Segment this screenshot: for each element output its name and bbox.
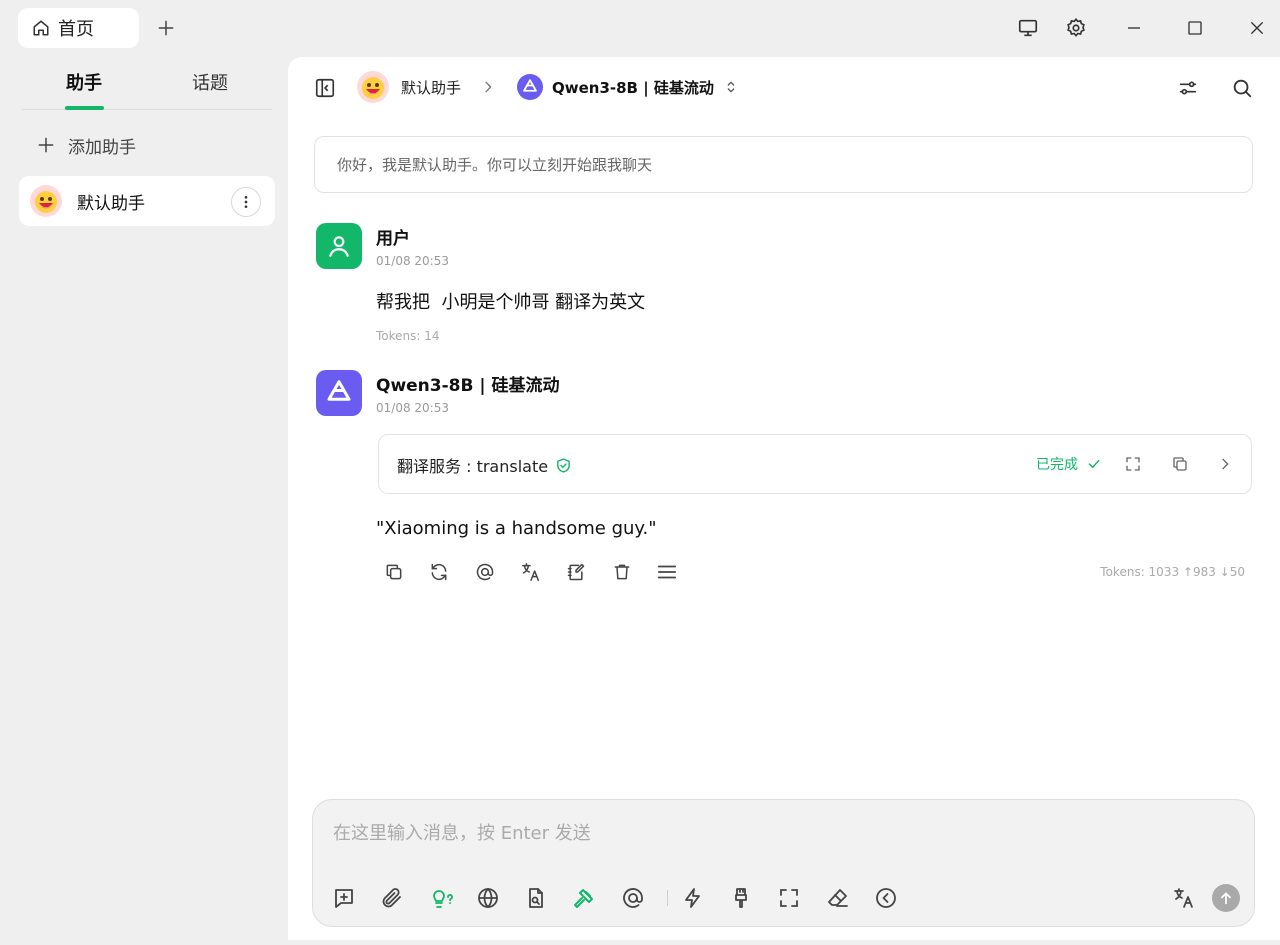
header-assistant-avatar-icon	[357, 71, 389, 103]
user-message-content: 帮我把 小明是个帅哥 翻译为英文	[376, 292, 646, 313]
paperclip-icon[interactable]	[378, 884, 406, 912]
add-assistant-button[interactable]: 添加助手	[36, 130, 136, 160]
edit-notebook-icon[interactable]	[564, 560, 588, 584]
file-search-icon[interactable]	[522, 884, 550, 912]
copy-icon[interactable]	[1168, 452, 1192, 476]
chevron-right-icon[interactable]	[1213, 452, 1237, 476]
assistant-message-content: "Xiaoming is a handsome guy."	[376, 518, 657, 539]
assistant-message-time: 01/08 20:53	[376, 401, 449, 415]
tool-call-status: 已完成	[1036, 457, 1078, 473]
assistant-name: 默认助手	[77, 193, 145, 214]
assistant-message-tokens: Tokens: 1033 ↑983 ↓50	[1100, 565, 1245, 579]
shield-check-icon	[555, 457, 572, 474]
user-avatar-icon	[316, 223, 362, 269]
qwen-model-icon	[517, 74, 543, 100]
home-icon	[32, 19, 50, 37]
globe-web-search-icon[interactable]	[474, 884, 502, 912]
more-vertical-icon[interactable]	[231, 187, 261, 217]
chat-panel: 默认助手 Qwen3-8B | 硅基流动 你好，我是默认助手。你可以立刻开始跟我…	[288, 57, 1280, 940]
sidebar-divider	[22, 109, 272, 110]
send-button[interactable]	[1212, 884, 1240, 912]
active-tab-indicator	[65, 106, 104, 110]
new-tab-button[interactable]	[152, 14, 180, 42]
translate-icon[interactable]	[1170, 884, 1198, 912]
chevron-updown-icon	[723, 79, 739, 95]
sidebar-item-default-assistant[interactable]: 默认助手	[19, 176, 275, 226]
assistant-model-name: Qwen3-8B | 硅基流动	[376, 376, 560, 396]
maximize-icon[interactable]	[1179, 12, 1211, 44]
add-assistant-label: 添加助手	[68, 137, 136, 158]
tool-call-name: 翻译服务 : translate	[397, 457, 549, 476]
eraser-icon[interactable]	[824, 884, 852, 912]
welcome-message: 你好，我是默认助手。你可以立刻开始跟我聊天	[314, 136, 1253, 193]
user-name: 用户	[376, 229, 410, 249]
trash-icon[interactable]	[610, 560, 634, 584]
at-mention-icon[interactable]	[473, 560, 497, 584]
header-assistant-name: 默认助手	[401, 78, 462, 97]
header-assistant-selector[interactable]: 默认助手	[357, 71, 461, 103]
thinking-lightbulb-icon[interactable]	[425, 884, 459, 912]
translate-icon[interactable]	[519, 560, 543, 584]
user-message-tokens: Tokens: 14	[376, 329, 440, 343]
minimize-icon[interactable]	[1118, 12, 1150, 44]
display-icon[interactable]	[1012, 12, 1044, 44]
lightning-icon[interactable]	[679, 884, 707, 912]
toolbar-divider	[667, 890, 668, 906]
menu-icon[interactable]	[655, 560, 679, 584]
sidebar-toggle-icon[interactable]	[312, 75, 338, 101]
sliders-settings-icon[interactable]	[1175, 75, 1201, 101]
tab-home[interactable]: 首页	[18, 8, 139, 48]
fullscreen-icon[interactable]	[775, 884, 803, 912]
user-message-time: 01/08 20:53	[376, 254, 449, 268]
tool-call-card[interactable]: 翻译服务 : translate 已完成	[378, 434, 1252, 494]
tab-assistants[interactable]: 助手	[44, 64, 124, 100]
collapse-left-circle-icon[interactable]	[872, 884, 900, 912]
chat-header: 默认助手 Qwen3-8B | 硅基流动	[288, 57, 1280, 117]
message-input[interactable]	[333, 818, 1213, 848]
copy-icon[interactable]	[382, 560, 406, 584]
chevron-right-icon	[478, 77, 498, 97]
regenerate-icon[interactable]	[427, 560, 451, 584]
message-input-box	[312, 799, 1255, 927]
header-model-name: Qwen3-8B | 硅基流动	[552, 78, 714, 97]
qwen-assistant-avatar-icon	[316, 370, 362, 416]
paint-brush-icon[interactable]	[727, 884, 755, 912]
tab-home-label: 首页	[58, 19, 94, 40]
new-topic-icon[interactable]	[330, 884, 358, 912]
at-mention-icon[interactable]	[619, 884, 647, 912]
close-icon[interactable]	[1241, 12, 1273, 44]
hammer-tools-icon[interactable]	[570, 884, 598, 912]
tab-topics[interactable]: 话题	[170, 64, 250, 100]
plus-icon	[36, 135, 56, 155]
expand-fullscreen-icon[interactable]	[1121, 452, 1145, 476]
settings-gear-icon[interactable]	[1060, 12, 1092, 44]
assistant-avatar-emoji-icon	[30, 185, 62, 217]
model-selector[interactable]: Qwen3-8B | 硅基流动	[517, 74, 739, 100]
check-icon	[1086, 456, 1102, 472]
search-icon[interactable]	[1229, 75, 1255, 101]
